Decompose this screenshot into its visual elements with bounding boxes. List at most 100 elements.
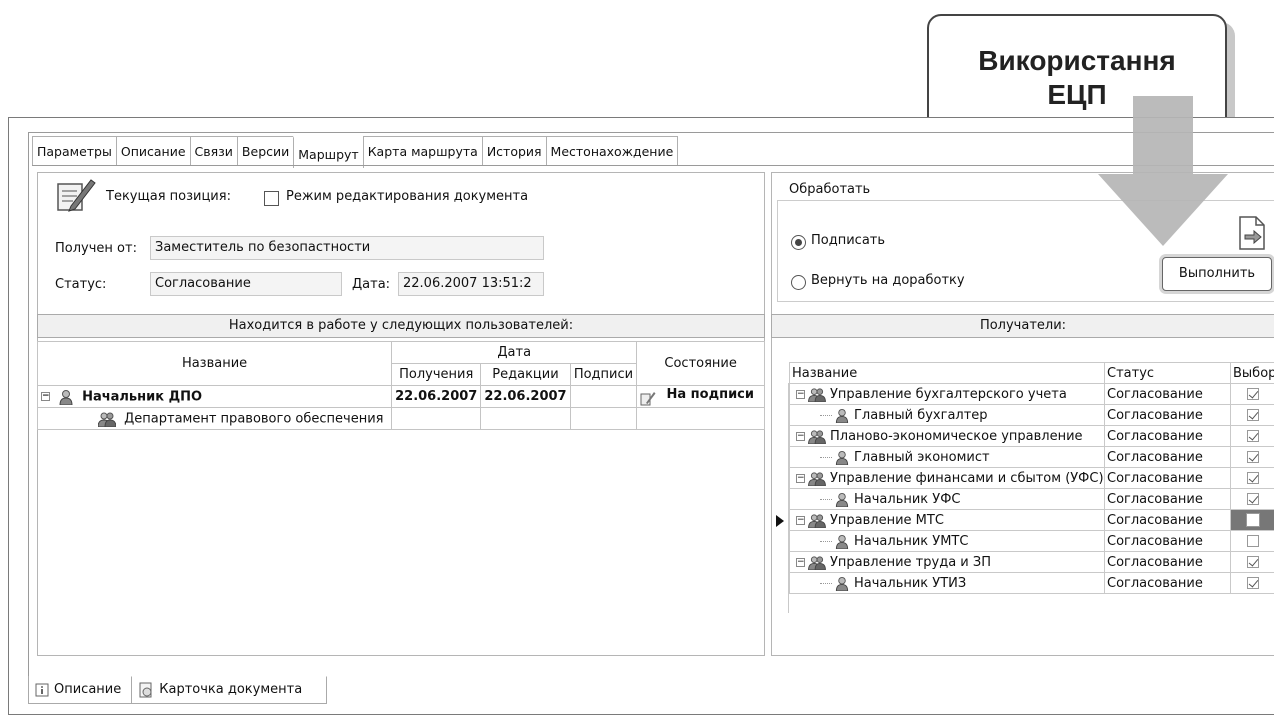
users-header: Находится в работе у следующих пользоват…: [37, 314, 765, 338]
recipient-name: Управление труда и ЗП: [830, 554, 991, 570]
table-row[interactable]: − Управление МТС Согласование: [789, 509, 1274, 531]
recipient-name: Главный бухгалтер: [854, 407, 988, 423]
tab-versions[interactable]: Версии: [236, 136, 295, 165]
recipient-name: Планово-экономическое управление: [830, 428, 1083, 444]
select-checkbox[interactable]: [1246, 577, 1259, 589]
recipient-name: Начальник УТИЗ: [854, 575, 967, 591]
recipient-status: Согласование: [1104, 404, 1231, 426]
recipient-name: Управление МТС: [830, 512, 944, 528]
status-field[interactable]: Согласование: [150, 272, 342, 296]
row-state: На подписи: [666, 387, 755, 402]
recipient-name: Главный экономист: [854, 449, 990, 465]
user-icon: [59, 389, 73, 405]
table-row[interactable]: Главный бухгалтер Согласование: [789, 404, 1274, 426]
callout-line1: Використання: [978, 45, 1176, 76]
group-icon: [98, 412, 116, 427]
return-label: Вернуть на доработку: [811, 273, 965, 288]
table-row[interactable]: − Управление финансами и сбытом (УФС) Согл…: [789, 467, 1274, 489]
collapse-icon[interactable]: −: [796, 473, 805, 483]
select-checkbox[interactable]: [1246, 388, 1259, 400]
select-checkbox[interactable]: [1246, 451, 1259, 463]
bottom-tab-document-card[interactable]: Карточка документа: [131, 676, 328, 704]
tab-description[interactable]: Описание: [115, 136, 191, 165]
tab-route[interactable]: Маршрут: [293, 136, 364, 168]
table-row[interactable]: − Планово-экономическое управление Согласо…: [789, 425, 1274, 447]
received-from-label: Получен от:: [55, 241, 137, 256]
select-checkbox[interactable]: [1246, 430, 1259, 442]
recipient-status: Согласование: [1104, 551, 1231, 573]
recipients-table: Название Статус Выбор − Управление бухгал…: [789, 362, 1274, 594]
collapse-icon[interactable]: −: [796, 431, 805, 441]
sign-radio[interactable]: [791, 235, 806, 250]
recipients-header: Получатели:: [771, 314, 1274, 338]
date-label: Дата:: [352, 277, 391, 292]
row-selector-gutter: [771, 383, 789, 613]
table-row[interactable]: − Управление бухгалтерского учета Согласов…: [789, 383, 1274, 405]
row-name: Департамент правового обеспечения: [124, 411, 384, 426]
tab-parameters[interactable]: Параметры: [32, 136, 117, 165]
group-icon: [808, 429, 826, 444]
user-icon: [835, 492, 849, 507]
document-send-icon: [1239, 216, 1265, 250]
tab-location[interactable]: Местонахождение: [545, 136, 679, 165]
tab-history[interactable]: История: [481, 136, 547, 165]
col-name-header: Название: [36, 341, 393, 386]
bottom-tab-bar: Описание Карточка документа: [28, 676, 328, 704]
group-icon: [808, 513, 826, 528]
row-edited: 22.06.2007: [480, 385, 571, 408]
row-name: Начальник ДПО: [82, 389, 203, 404]
bottom-tab-document-card-label: Карточка документа: [159, 682, 303, 697]
recipient-name: Начальник УФС: [854, 491, 961, 507]
select-checkbox[interactable]: [1246, 535, 1259, 547]
group-icon: [808, 555, 826, 570]
return-radio[interactable]: [791, 275, 806, 290]
table-row[interactable]: Главный экономист Согласование: [789, 446, 1274, 468]
sign-label: Подписать: [811, 233, 886, 248]
execute-button[interactable]: Выполнить: [1162, 257, 1272, 291]
recipient-status: Согласование: [1104, 446, 1231, 468]
edit-mode-checkbox[interactable]: [264, 191, 279, 206]
col-select-header: Выбор: [1230, 362, 1274, 384]
recipient-status: Согласование: [1104, 467, 1231, 489]
row-signed: [569, 407, 638, 430]
row-signed: [569, 385, 638, 408]
recipient-status: Согласование: [1104, 383, 1231, 405]
col-date-header: Дата: [391, 341, 638, 364]
bottom-tab-description[interactable]: Описание: [28, 676, 133, 704]
tab-divider: [32, 165, 1274, 166]
tab-route-map[interactable]: Карта маршрута: [362, 136, 483, 165]
table-row[interactable]: − Начальник ДПО 22.06.2007 22.06.2007 На…: [36, 385, 765, 408]
select-checkbox[interactable]: [1246, 493, 1259, 505]
table-row[interactable]: Начальник УФС Согласование: [789, 488, 1274, 510]
select-checkbox[interactable]: [1246, 472, 1259, 484]
collapse-icon[interactable]: −: [796, 389, 805, 399]
collapse-icon[interactable]: −: [796, 515, 805, 525]
user-icon: [835, 576, 849, 591]
row-received: 22.06.2007: [391, 385, 482, 408]
status-label: Статус:: [55, 277, 107, 292]
table-row[interactable]: Начальник УТИЗ Согласование: [789, 572, 1274, 594]
select-checkbox[interactable]: [1246, 409, 1259, 421]
date-field[interactable]: 22.06.2007 13:51:2: [398, 272, 544, 296]
collapse-icon[interactable]: −: [796, 557, 805, 567]
recipient-status: Согласование: [1104, 509, 1231, 531]
recipient-status: Согласование: [1104, 530, 1231, 552]
col-status-header: Статус: [1104, 362, 1231, 384]
table-row[interactable]: Начальник УМТС Согласование: [789, 530, 1274, 552]
received-from-field[interactable]: Заместитель по безопастности: [150, 236, 544, 260]
recipient-name: Управление финансами и сбытом (УФС): [830, 470, 1104, 486]
collapse-icon[interactable]: −: [41, 392, 50, 401]
recipient-status: Согласование: [1104, 488, 1231, 510]
row-received: [391, 407, 482, 430]
table-row[interactable]: − Управление труда и ЗП Согласование: [789, 551, 1274, 573]
select-checkbox[interactable]: [1245, 513, 1260, 527]
col-state-header: Состояние: [636, 341, 765, 386]
tab-links[interactable]: Связи: [189, 136, 238, 165]
signing-icon: [640, 392, 656, 406]
user-icon: [835, 534, 849, 549]
table-row[interactable]: Департамент правового обеспечения: [36, 407, 765, 430]
group-icon: [808, 471, 826, 486]
info-document-icon: [35, 683, 49, 696]
select-checkbox[interactable]: [1246, 556, 1259, 568]
row-edited: [480, 407, 571, 430]
